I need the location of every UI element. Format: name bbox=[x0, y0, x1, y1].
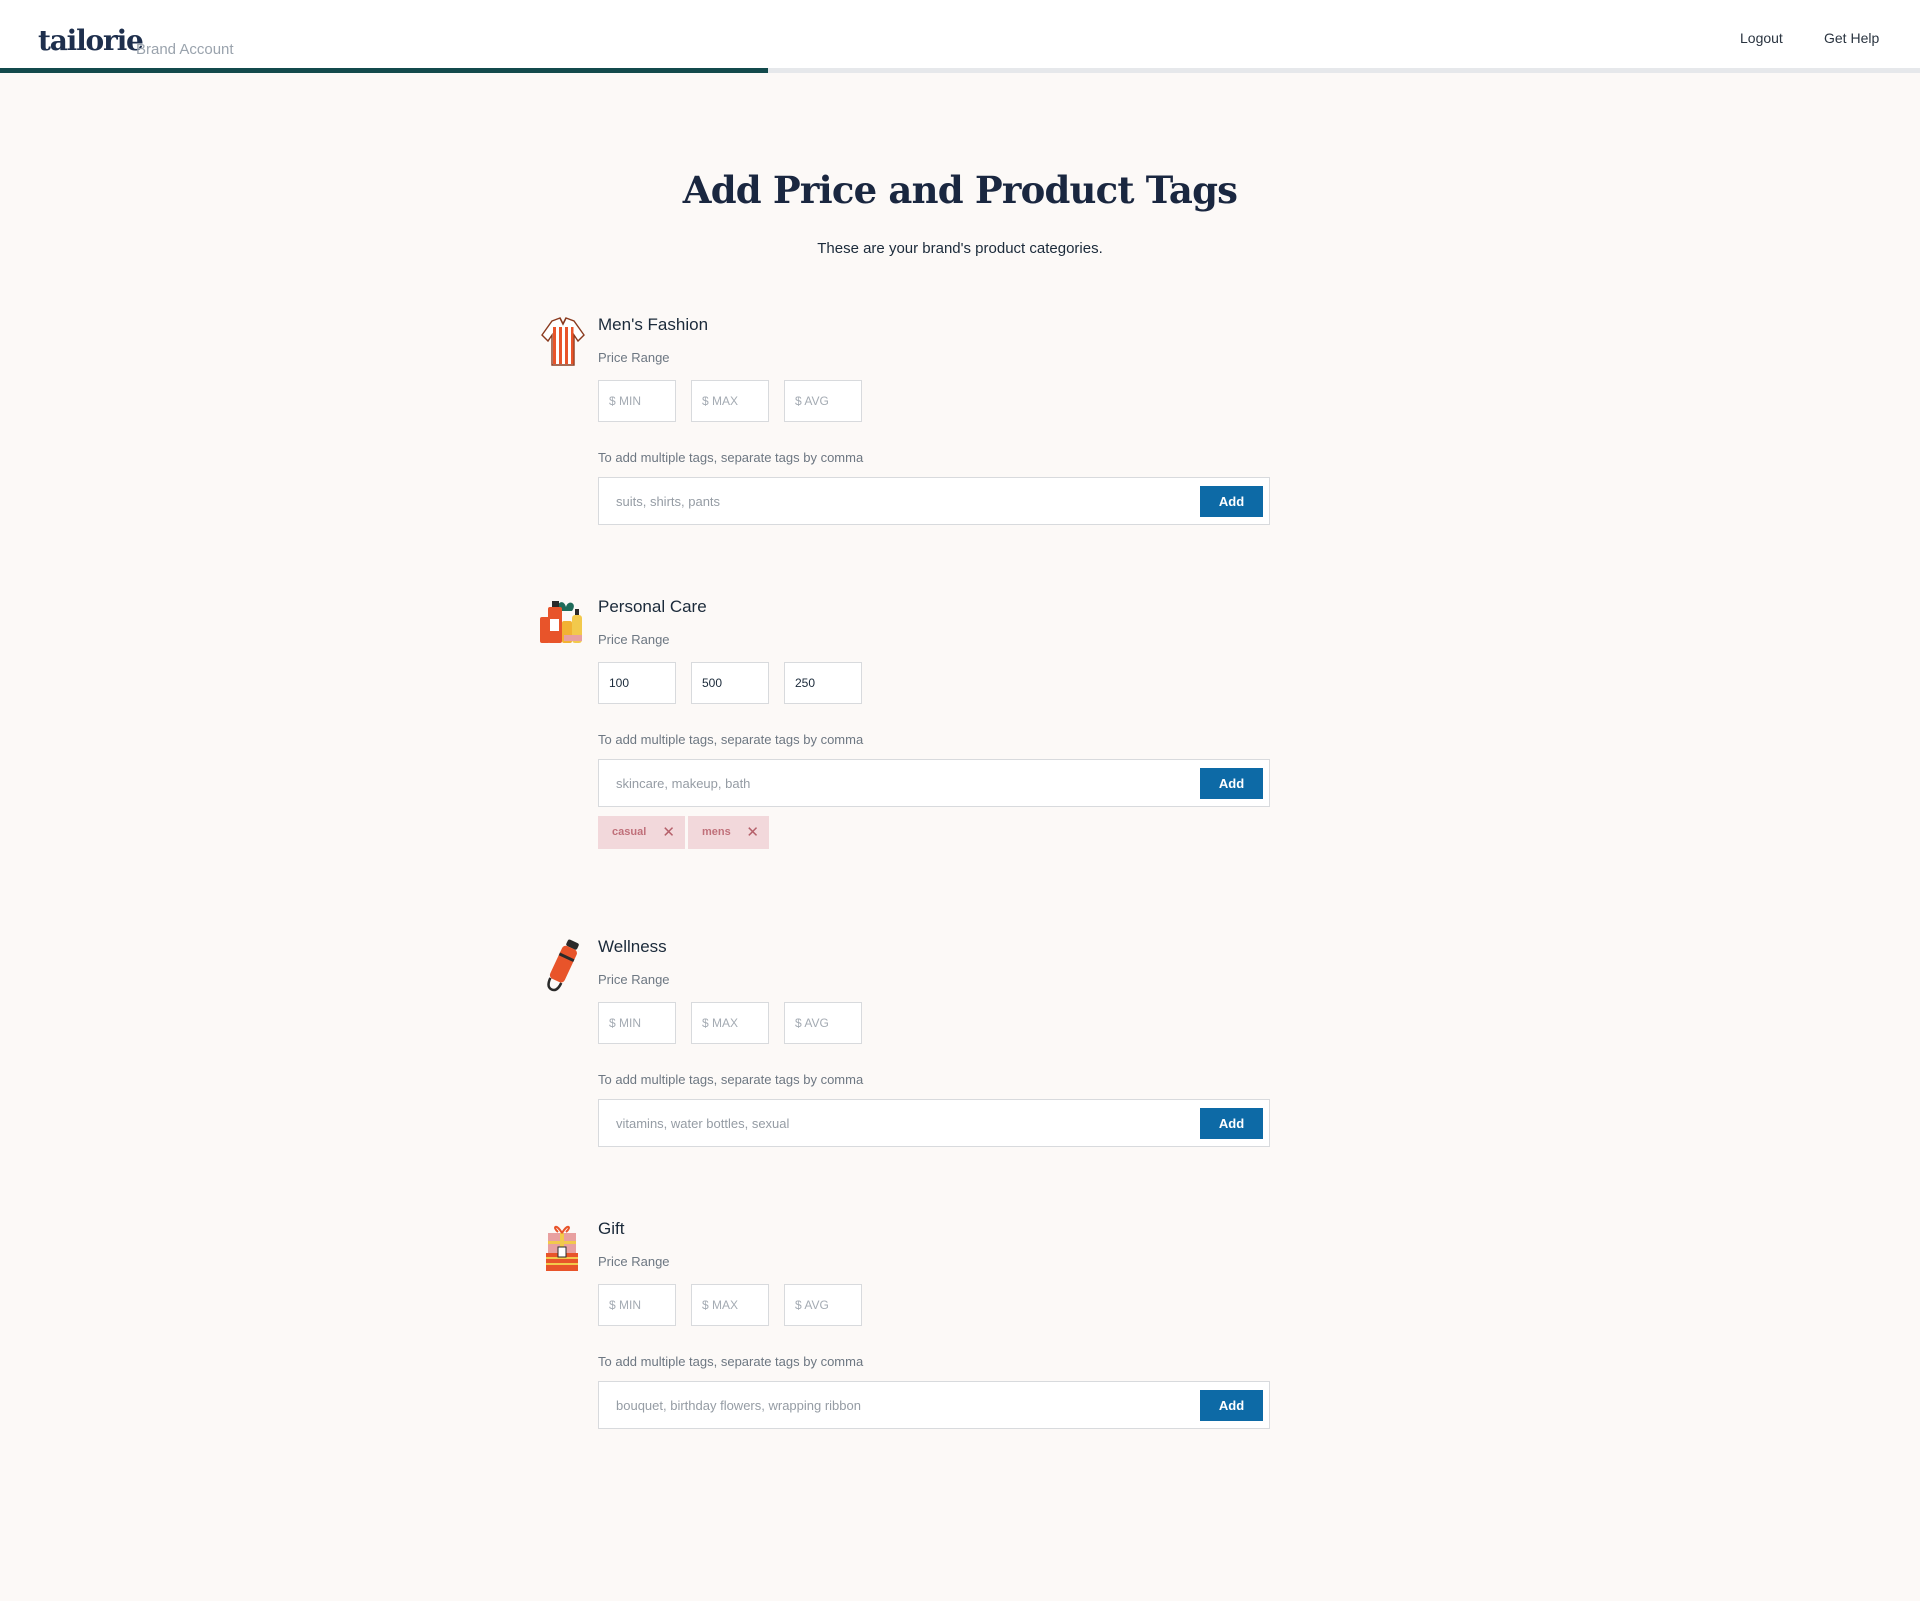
category-name: Gift bbox=[598, 1219, 625, 1238]
logout-link[interactable]: Logout bbox=[1740, 30, 1783, 46]
add-tags-button[interactable]: Add bbox=[1200, 768, 1263, 799]
price-range-label: Price Range bbox=[598, 1254, 670, 1269]
price-min-input[interactable] bbox=[598, 1002, 676, 1044]
price-min-input[interactable] bbox=[598, 1284, 676, 1326]
price-avg-input[interactable] bbox=[784, 1284, 862, 1326]
page-subtitle: These are your brand's product categorie… bbox=[817, 240, 1103, 257]
category-mens-fashion: Men's Fashion Price Range To add multipl… bbox=[530, 315, 1270, 535]
price-avg-input[interactable] bbox=[784, 380, 862, 422]
remove-tag-icon[interactable]: ✕ bbox=[662, 823, 675, 841]
tags-input[interactable] bbox=[599, 760, 1199, 806]
category-name: Personal Care bbox=[598, 597, 707, 616]
category-name: Men's Fashion bbox=[598, 315, 709, 334]
price-range-label: Price Range bbox=[598, 350, 670, 365]
tailorie-logo[interactable]: tailorie bbox=[38, 24, 144, 57]
tags-input[interactable] bbox=[599, 1100, 1199, 1146]
price-avg-input[interactable] bbox=[784, 1002, 862, 1044]
category-personal-care: Personal Care Price Range To add multipl… bbox=[530, 597, 1270, 857]
price-max-input[interactable] bbox=[691, 380, 769, 422]
tag-chip-label: mens bbox=[702, 826, 731, 838]
tag-chip: casual ✕ bbox=[598, 816, 685, 849]
shirt-icon bbox=[538, 315, 588, 371]
water-bottle-icon bbox=[538, 937, 588, 993]
tag-input-box: Add bbox=[598, 477, 1270, 525]
price-max-input[interactable] bbox=[691, 1284, 769, 1326]
tag-chip-label: casual bbox=[612, 826, 647, 838]
price-range-label: Price Range bbox=[598, 972, 670, 987]
tag-input-box: Add bbox=[598, 1381, 1270, 1429]
price-min-input[interactable] bbox=[598, 380, 676, 422]
tags-help-text: To add multiple tags, separate tags by c… bbox=[598, 1072, 864, 1087]
category-gift: Gift Price Range To add multiple tags, s… bbox=[530, 1219, 1270, 1439]
category-wellness: Wellness Price Range To add multiple tag… bbox=[530, 937, 1270, 1157]
remove-tag-icon[interactable]: ✕ bbox=[746, 823, 759, 841]
personal-care-products-icon bbox=[538, 597, 588, 653]
tag-input-box: Add bbox=[598, 759, 1270, 807]
tags-help-text: To add multiple tags, separate tags by c… bbox=[598, 1354, 864, 1369]
price-range-label: Price Range bbox=[598, 632, 670, 647]
gift-box-icon bbox=[538, 1219, 588, 1275]
category-name: Wellness bbox=[598, 937, 667, 956]
price-max-input[interactable] bbox=[691, 1002, 769, 1044]
price-min-input[interactable] bbox=[598, 662, 676, 704]
price-max-input[interactable] bbox=[691, 662, 769, 704]
progress-bar-fill bbox=[0, 68, 768, 73]
progress-bar bbox=[0, 68, 1920, 73]
tags-input[interactable] bbox=[599, 478, 1199, 524]
tag-chips: casual ✕ mens ✕ bbox=[598, 816, 772, 849]
top-bar: tailorie Brand Account Logout Get Help bbox=[0, 0, 1920, 73]
get-help-link[interactable]: Get Help bbox=[1824, 30, 1879, 46]
tag-input-box: Add bbox=[598, 1099, 1270, 1147]
price-avg-input[interactable] bbox=[784, 662, 862, 704]
tags-help-text: To add multiple tags, separate tags by c… bbox=[598, 732, 864, 747]
brand-account-label: Brand Account bbox=[136, 41, 234, 58]
tags-input[interactable] bbox=[599, 1382, 1199, 1428]
tags-help-text: To add multiple tags, separate tags by c… bbox=[598, 450, 864, 465]
add-tags-button[interactable]: Add bbox=[1200, 1108, 1263, 1139]
add-tags-button[interactable]: Add bbox=[1200, 1390, 1263, 1421]
add-tags-button[interactable]: Add bbox=[1200, 486, 1263, 517]
tag-chip: mens ✕ bbox=[688, 816, 769, 849]
page-title: Add Price and Product Tags bbox=[682, 168, 1238, 212]
